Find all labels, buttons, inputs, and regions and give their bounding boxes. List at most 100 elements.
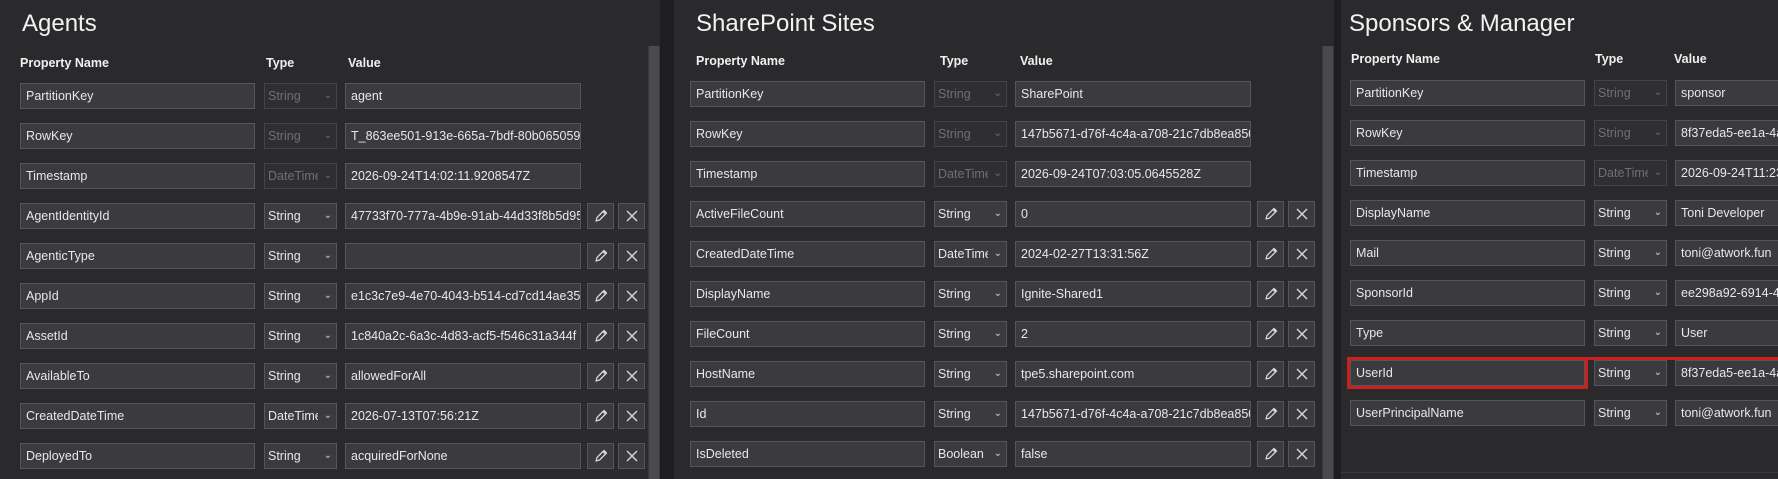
delete-button[interactable] (1288, 401, 1315, 427)
property-name-field[interactable]: SponsorId (1350, 280, 1585, 306)
edit-button[interactable] (1257, 361, 1284, 387)
edit-button[interactable] (1257, 281, 1284, 307)
property-value-field[interactable]: 1c840a2c-6a3c-4d83-acf5-f546c31a344f (345, 323, 581, 349)
property-value-field[interactable]: Toni Developer (1675, 200, 1778, 226)
property-name-field[interactable]: Type (1350, 320, 1585, 346)
edit-button[interactable] (1257, 321, 1284, 347)
property-name-field[interactable]: PartitionKey (20, 83, 255, 109)
type-select[interactable]: String ⌄ (1594, 400, 1667, 426)
property-value-field[interactable]: 8f37eda5-ee1a-4ad (1675, 120, 1778, 146)
type-select[interactable]: String ⌄ (934, 361, 1007, 387)
edit-button[interactable] (1257, 401, 1284, 427)
delete-button[interactable] (618, 283, 645, 309)
property-name-field[interactable]: Timestamp (1350, 160, 1585, 186)
property-value-field[interactable]: sponsor (1675, 80, 1778, 106)
edit-button[interactable] (587, 323, 614, 349)
edit-button[interactable] (587, 283, 614, 309)
property-value-field[interactable]: false (1015, 441, 1251, 467)
property-name-field[interactable]: AgentIdentityId (20, 203, 255, 229)
type-select[interactable]: String ⌄ (934, 401, 1007, 427)
property-name-field[interactable]: DisplayName (1350, 200, 1585, 226)
property-name-field[interactable]: DisplayName (690, 281, 925, 307)
delete-button[interactable] (618, 243, 645, 269)
property-value-field[interactable]: SharePoint (1015, 81, 1251, 107)
delete-button[interactable] (1288, 201, 1315, 227)
property-name-field[interactable]: IsDeleted (690, 441, 925, 467)
type-select[interactable]: String ⌄ (264, 323, 337, 349)
scrollbar-thumb[interactable] (649, 46, 659, 479)
vertical-scrollbar[interactable] (648, 46, 660, 479)
property-value-field[interactable]: toni@atwork.fun (1675, 240, 1778, 266)
property-value-field[interactable]: ee298a92-6914-4c (1675, 280, 1778, 306)
type-select[interactable]: String ⌄ (1594, 360, 1667, 386)
property-value-field[interactable]: 2026-09-24T11:23: (1675, 160, 1778, 186)
property-value-field[interactable]: 2024-02-27T13:31:56Z (1015, 241, 1251, 267)
type-select[interactable]: String ⌄ (1594, 240, 1667, 266)
edit-button[interactable] (587, 363, 614, 389)
property-name-field[interactable]: RowKey (20, 123, 255, 149)
property-name-field[interactable]: RowKey (1350, 120, 1585, 146)
property-value-field[interactable]: 47733f70-777a-4b9e-91ab-44d33f8b5d95 (345, 203, 581, 229)
type-select[interactable]: String ⌄ (264, 283, 337, 309)
property-name-field[interactable]: CreatedDateTime (690, 241, 925, 267)
type-select[interactable]: String ⌄ (934, 201, 1007, 227)
type-select[interactable]: String ⌄ (1594, 280, 1667, 306)
property-name-field[interactable]: Mail (1350, 240, 1585, 266)
edit-button[interactable] (587, 203, 614, 229)
edit-button[interactable] (587, 243, 614, 269)
property-value-field[interactable]: Ignite-Shared1 (1015, 281, 1251, 307)
delete-button[interactable] (1288, 361, 1315, 387)
type-select[interactable]: String ⌄ (934, 321, 1007, 347)
type-select[interactable]: DateTime ⌄ (934, 241, 1007, 267)
type-select[interactable]: String ⌄ (264, 203, 337, 229)
edit-button[interactable] (1257, 201, 1284, 227)
delete-button[interactable] (1288, 441, 1315, 467)
property-value-field[interactable]: 2026-09-24T14:02:11.9208547Z (345, 163, 581, 189)
property-value-field[interactable]: acquiredForNone (345, 443, 581, 469)
property-name-field[interactable]: HostName (690, 361, 925, 387)
scrollbar-thumb[interactable] (1323, 46, 1333, 479)
property-value-field[interactable]: User (1675, 320, 1778, 346)
property-value-field[interactable]: 2 (1015, 321, 1251, 347)
property-name-field[interactable]: AssetId (20, 323, 255, 349)
property-value-field[interactable]: T_863ee501-913e-665a-7bdf-80b065059ec (345, 123, 581, 149)
property-value-field[interactable]: toni@atwork.fun (1675, 400, 1778, 426)
delete-button[interactable] (618, 203, 645, 229)
delete-button[interactable] (1288, 281, 1315, 307)
property-name-field[interactable]: Id (690, 401, 925, 427)
property-value-field[interactable]: 2026-09-24T07:03:05.0645528Z (1015, 161, 1251, 187)
property-value-field[interactable]: e1c3c7e9-4e70-4043-b514-cd7cd14ae358 (345, 283, 581, 309)
property-name-field[interactable]: AppId (20, 283, 255, 309)
property-value-field[interactable]: tpe5.sharepoint.com (1015, 361, 1251, 387)
type-select[interactable]: Boolean ⌄ (934, 441, 1007, 467)
type-select[interactable]: String ⌄ (934, 281, 1007, 307)
vertical-scrollbar[interactable] (1322, 46, 1334, 479)
property-value-field[interactable]: allowedForAll (345, 363, 581, 389)
property-value-field[interactable]: 2026-07-13T07:56:21Z (345, 403, 581, 429)
property-name-field[interactable]: Timestamp (690, 161, 925, 187)
property-name-field[interactable]: RowKey (690, 121, 925, 147)
type-select[interactable]: String ⌄ (1594, 320, 1667, 346)
delete-button[interactable] (618, 363, 645, 389)
property-value-field[interactable]: 147b5671-d76f-4c4a-a708-21c7db8ea850 (1015, 121, 1251, 147)
property-value-field[interactable]: 147b5671-d76f-4c4a-a708-21c7db8ea850 (1015, 401, 1251, 427)
edit-button[interactable] (1257, 441, 1284, 467)
type-select[interactable]: String ⌄ (264, 363, 337, 389)
property-value-field[interactable]: 8f37eda5-ee1a-4ad (1675, 360, 1778, 386)
type-select[interactable]: String ⌄ (1594, 200, 1667, 226)
delete-button[interactable] (618, 403, 645, 429)
property-name-field[interactable]: ActiveFileCount (690, 201, 925, 227)
property-name-field[interactable]: UserId (1350, 360, 1585, 386)
property-value-field[interactable]: agent (345, 83, 581, 109)
type-select[interactable]: DateTime ⌄ (264, 403, 337, 429)
property-name-field[interactable]: UserPrincipalName (1350, 400, 1585, 426)
type-select[interactable]: String ⌄ (264, 443, 337, 469)
property-value-field[interactable] (345, 243, 581, 269)
property-name-field[interactable]: Timestamp (20, 163, 255, 189)
property-name-field[interactable]: CreatedDateTime (20, 403, 255, 429)
property-value-field[interactable]: 0 (1015, 201, 1251, 227)
property-name-field[interactable]: PartitionKey (1350, 80, 1585, 106)
delete-button[interactable] (618, 323, 645, 349)
delete-button[interactable] (1288, 241, 1315, 267)
property-name-field[interactable]: FileCount (690, 321, 925, 347)
